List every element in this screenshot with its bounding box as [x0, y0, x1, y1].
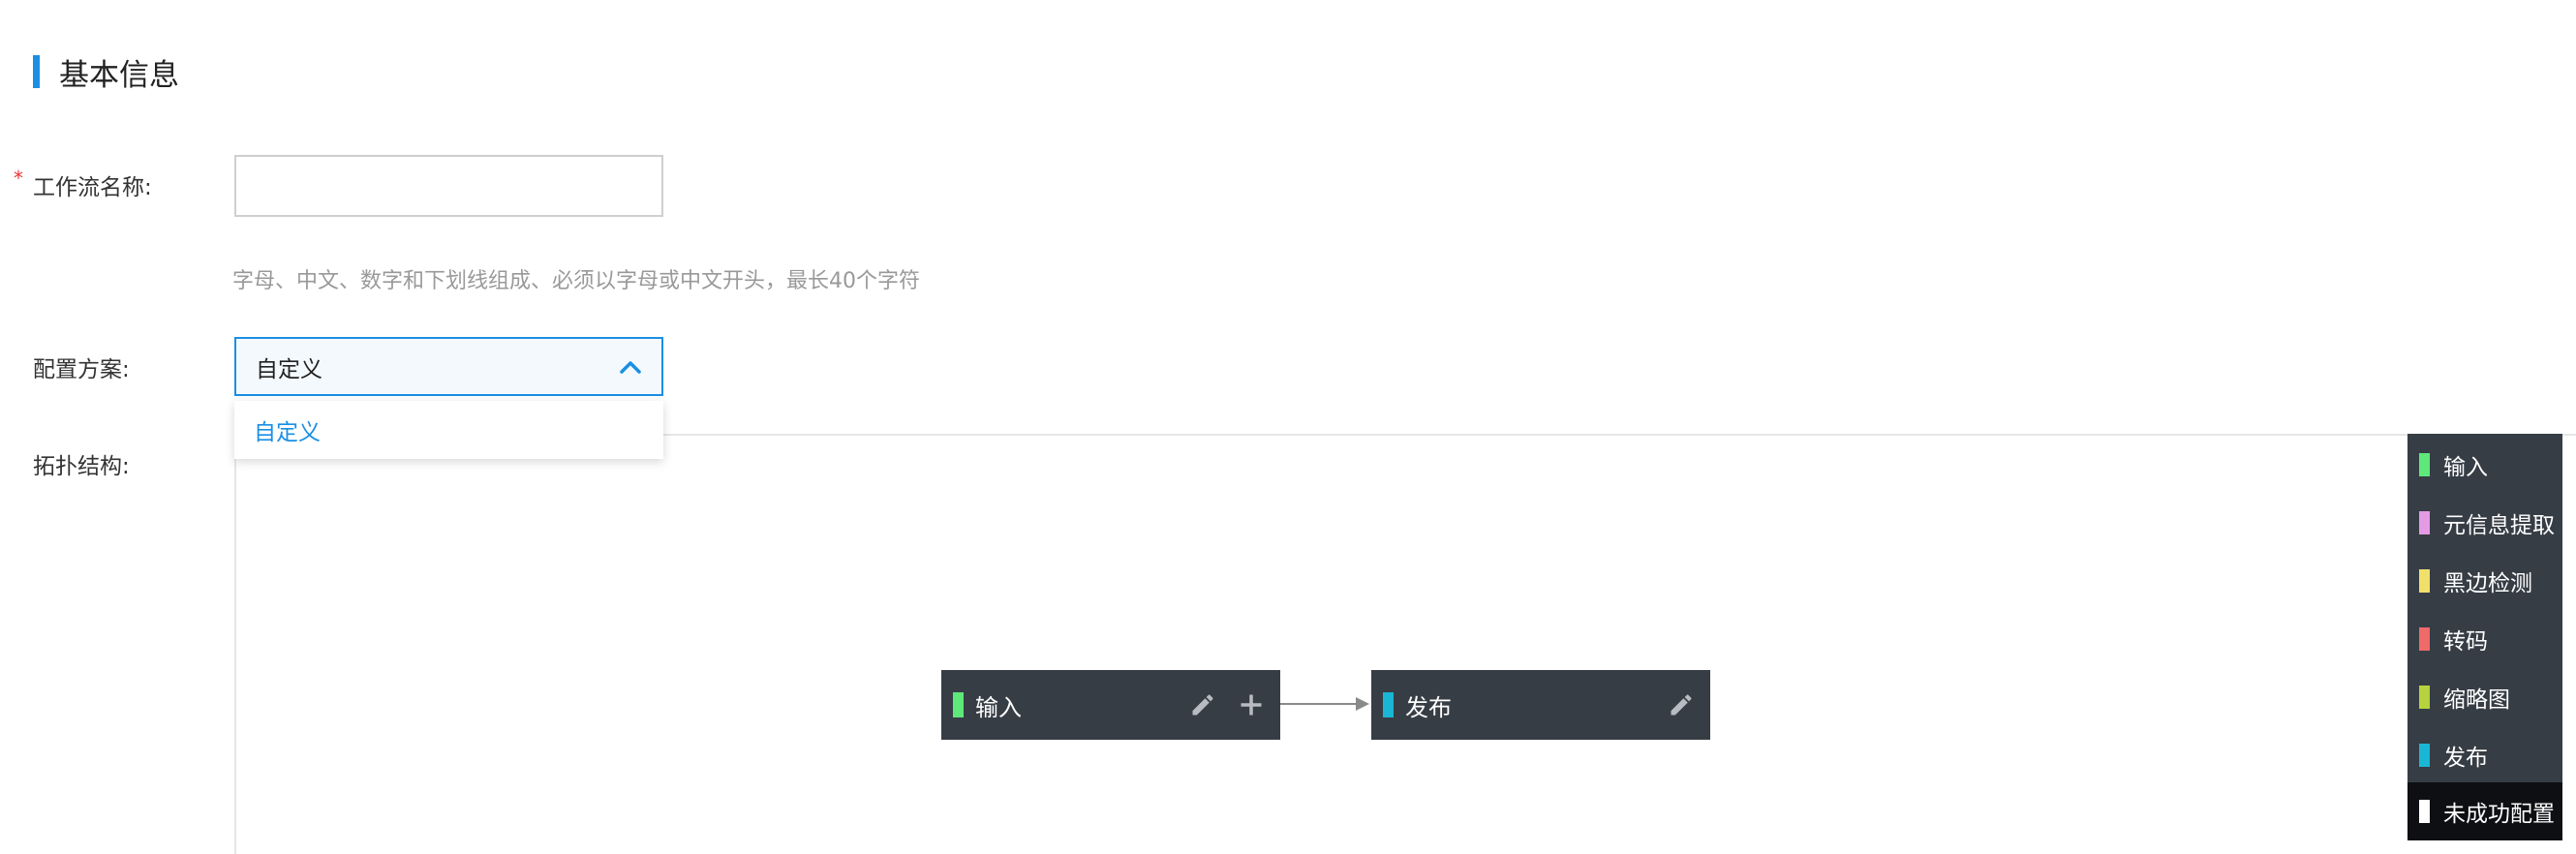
legend-label: 转码 — [2443, 629, 2488, 655]
pencil-icon[interactable] — [1183, 686, 1222, 724]
workflow-name-label: 工作流名称: — [33, 175, 152, 200]
legend-label: 缩略图 — [2443, 687, 2510, 713]
workflow-name-input[interactable] — [234, 155, 663, 217]
pencil-icon[interactable] — [1662, 686, 1701, 724]
node-color-swatch — [1383, 692, 1394, 717]
section-header: 基本信息 — [33, 52, 179, 93]
legend-swatch — [2419, 511, 2430, 534]
legend-swatch — [2419, 744, 2430, 767]
section-accent-bar — [33, 55, 40, 88]
legend-item: 输入 — [2407, 438, 2562, 492]
legend-item: 元信息提取 — [2407, 496, 2562, 550]
legend-swatch — [2419, 686, 2430, 709]
config-scheme-select[interactable]: 自定义 — [234, 337, 663, 396]
topology-node-publish[interactable]: 发布 — [1371, 670, 1710, 740]
node-label: 发布 — [1405, 693, 1452, 721]
legend-item: 黑边检测 — [2407, 554, 2562, 608]
legend-label: 黑边检测 — [2443, 571, 2532, 596]
legend-label: 未成功配置 — [2443, 802, 2555, 827]
legend-item: 缩略图 — [2407, 670, 2562, 724]
legend-swatch — [2419, 569, 2430, 593]
legend-swatch — [2419, 453, 2430, 476]
node-label: 输入 — [975, 693, 1022, 721]
chevron-up-icon — [619, 355, 642, 379]
legend-label: 输入 — [2443, 455, 2488, 480]
node-type-legend: 输入 元信息提取 黑边检测 转码 缩略图 发布 未成功配置 — [2407, 434, 2562, 840]
required-mark: * — [14, 167, 23, 190]
legend-swatch — [2419, 800, 2430, 823]
legend-item: 发布 — [2407, 728, 2562, 782]
legend-item: 未成功配置 — [2407, 782, 2562, 840]
plus-icon[interactable] — [1232, 686, 1271, 724]
topology-node-input[interactable]: 输入 — [941, 670, 1280, 740]
workflow-name-hint: 字母、中文、数字和下划线组成、必须以字母或中文开头，最长40个字符 — [232, 269, 920, 293]
config-scheme-value: 自定义 — [256, 356, 322, 382]
workflow-create-page: 基本信息 * 工作流名称: 字母、中文、数字和下划线组成、必须以字母或中文开头，… — [0, 0, 2576, 854]
config-scheme-label: 配置方案: — [33, 357, 130, 382]
node-color-swatch — [953, 692, 964, 717]
section-title: 基本信息 — [59, 57, 179, 93]
legend-label: 元信息提取 — [2443, 513, 2555, 538]
dropdown-option-custom[interactable]: 自定义 — [234, 401, 663, 459]
legend-item: 转码 — [2407, 612, 2562, 666]
config-scheme-dropdown: 自定义 — [234, 401, 663, 459]
edge-arrow — [1280, 697, 1369, 711]
topology-canvas[interactable]: 输入 发布 — [234, 434, 2576, 854]
topology-label: 拓扑结构: — [33, 454, 130, 479]
legend-label: 发布 — [2443, 746, 2488, 771]
legend-swatch — [2419, 627, 2430, 651]
